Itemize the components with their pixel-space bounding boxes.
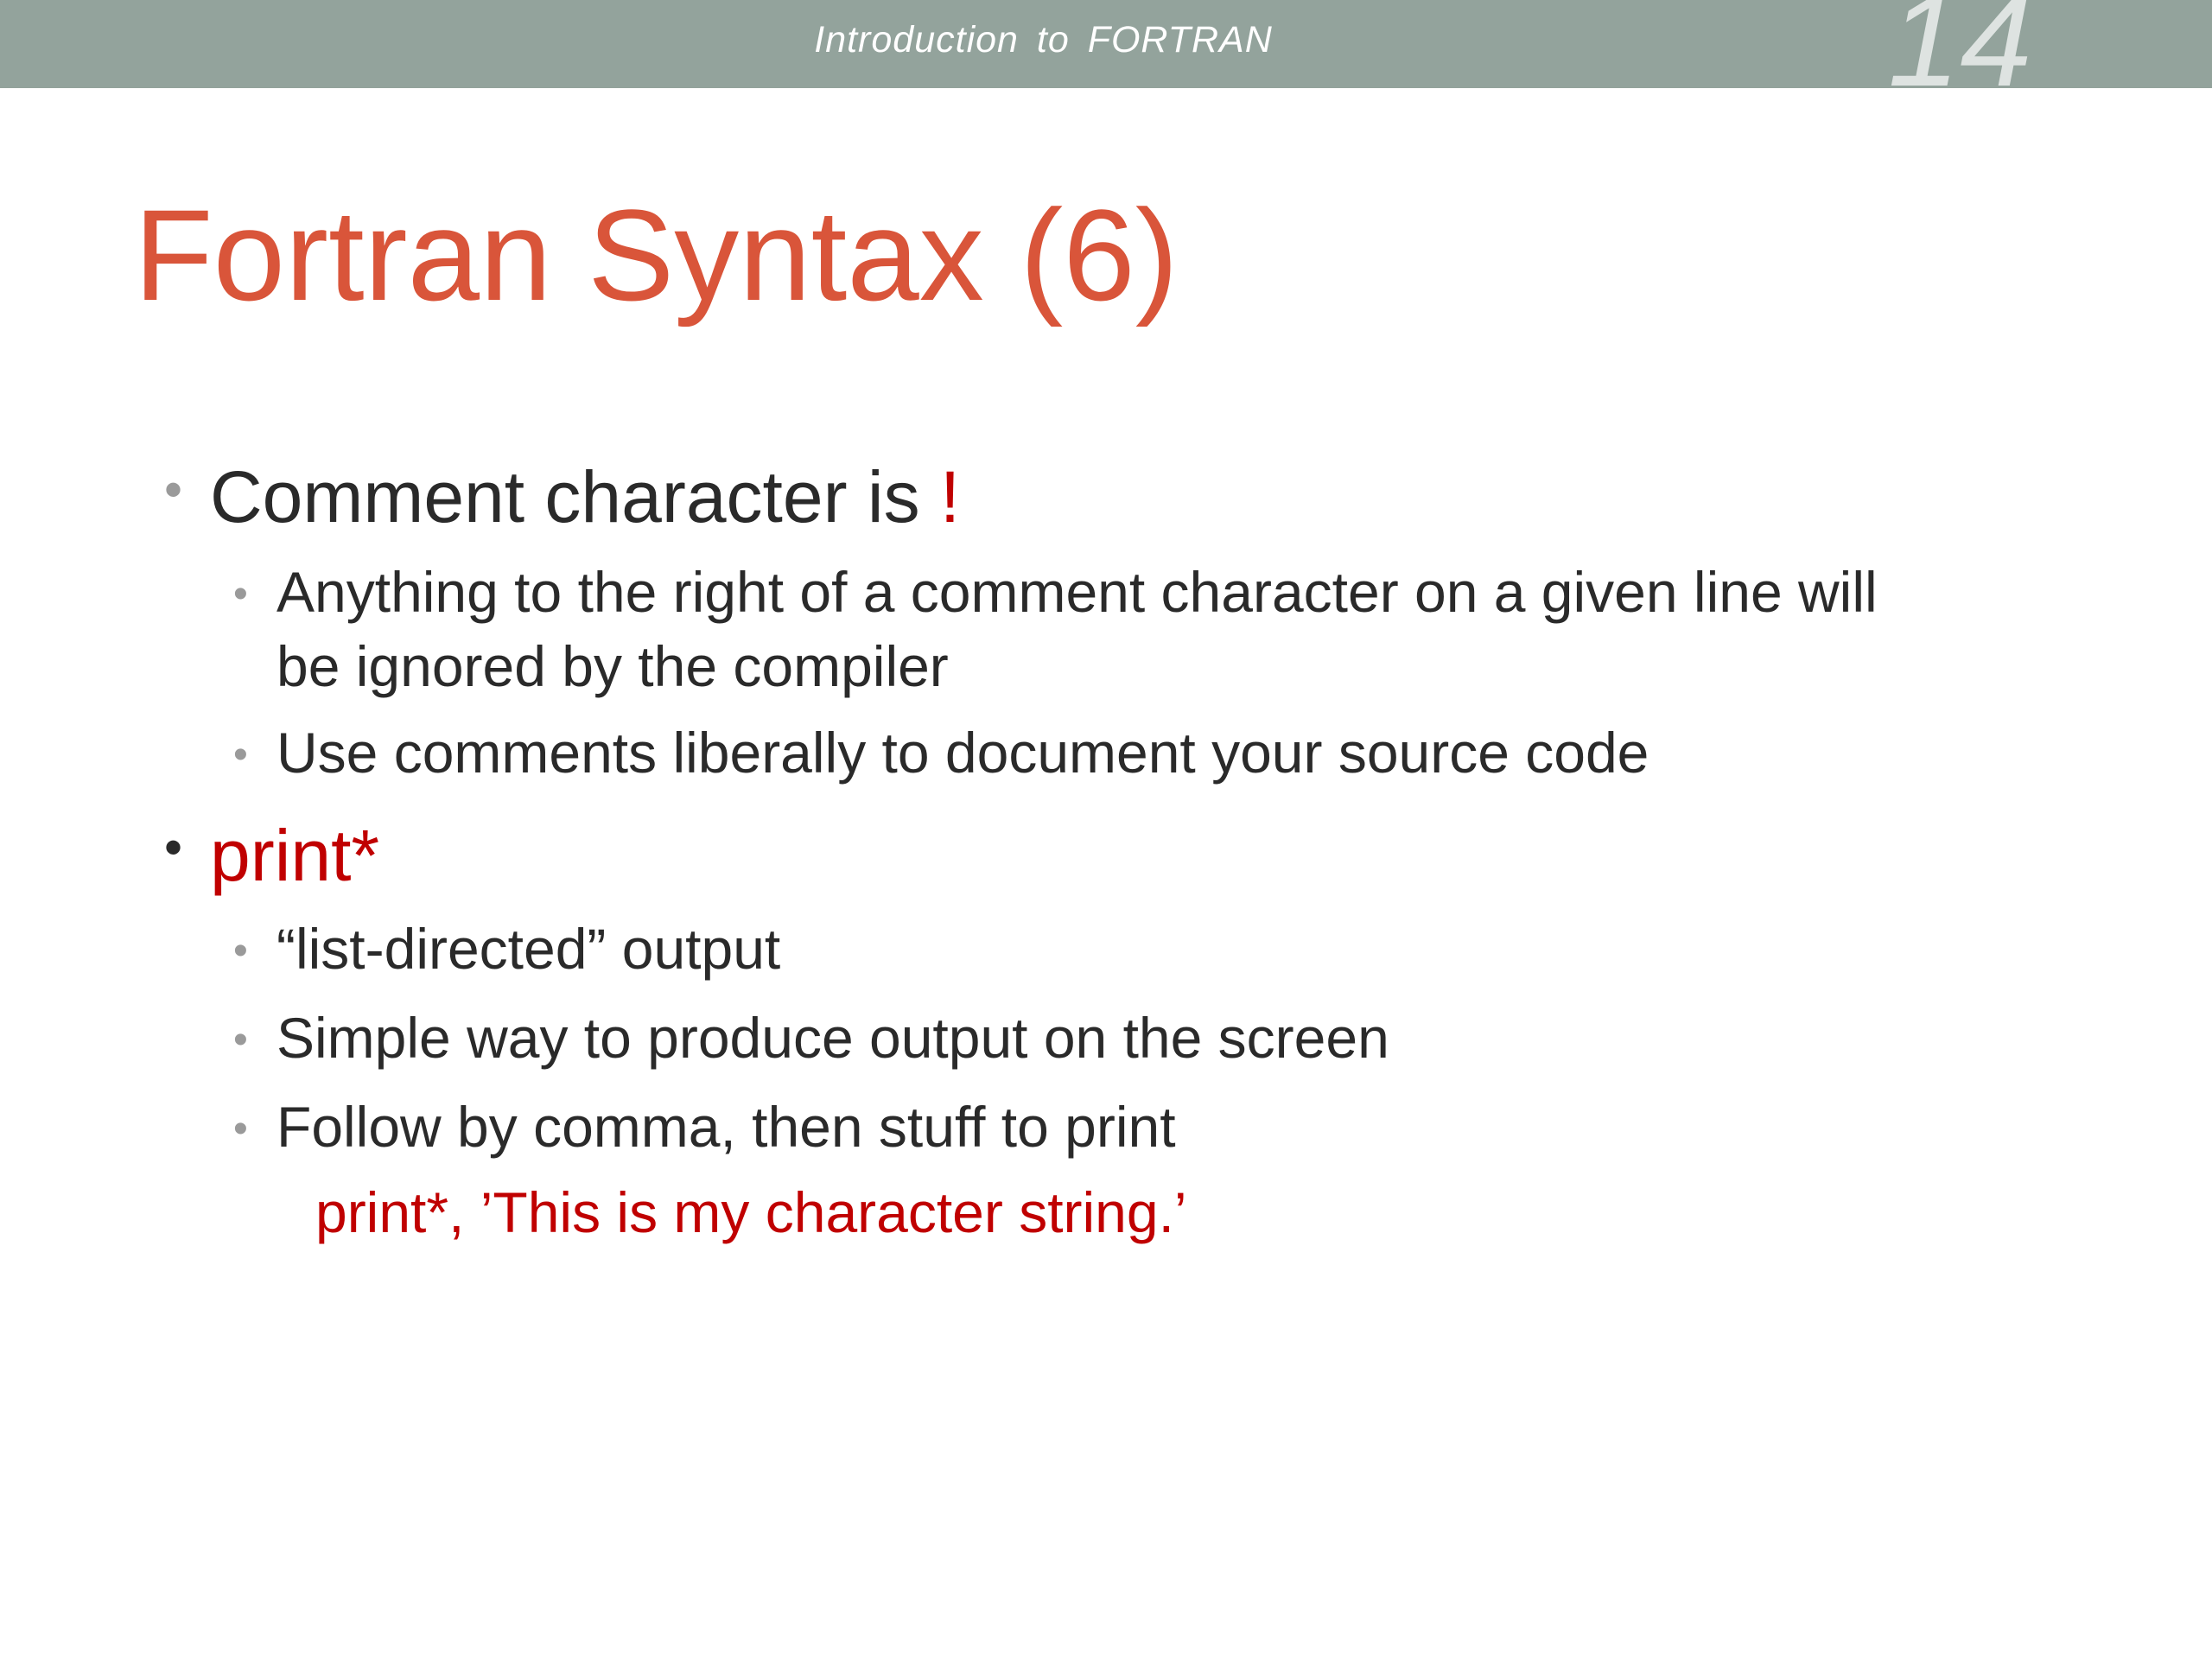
sub-bullet-text: Follow by comma, then stuff to print: [276, 1095, 1176, 1159]
sub-bullet-dot: •: [233, 571, 248, 617]
header-title: Introduction to FORTRAN: [814, 19, 1273, 60]
sub-bullet-text-continued: be ignored by the compiler: [276, 634, 949, 698]
sub-bullet-dot: •: [233, 1017, 248, 1063]
sub-bullet-dot: •: [233, 732, 248, 778]
sub-bullet-text: “list-directed” output: [276, 917, 781, 981]
sub-bullet-text: Anything to the right of a comment chara…: [276, 560, 1878, 624]
slide-title: Fortran Syntax (6): [134, 182, 1179, 327]
header-bar: Introduction to FORTRAN 14: [0, 0, 2212, 105]
bullet-dot: •: [164, 818, 183, 876]
bullet-comment-character: Comment character is !: [210, 454, 960, 540]
bullet-print: print*: [210, 812, 379, 899]
sub-bullet-dot: •: [233, 1106, 248, 1152]
sub-bullet-text: Simple way to produce output on the scre…: [276, 1006, 1389, 1070]
sub-bullet-text: Use comments liberally to document your …: [276, 721, 1649, 785]
sub-bullet-dot: •: [233, 928, 248, 974]
slide: Introduction to FORTRAN 14 Fortran Synta…: [0, 0, 2212, 1659]
bullet-highlight: !: [939, 456, 961, 537]
bullet-highlight: print*: [210, 815, 380, 896]
slide-number: 14: [1888, 0, 2032, 113]
bullet-text: Comment character is: [210, 456, 940, 537]
code-example: print*, ’This is my character string.’: [315, 1180, 1187, 1244]
bullet-dot: •: [164, 461, 183, 518]
